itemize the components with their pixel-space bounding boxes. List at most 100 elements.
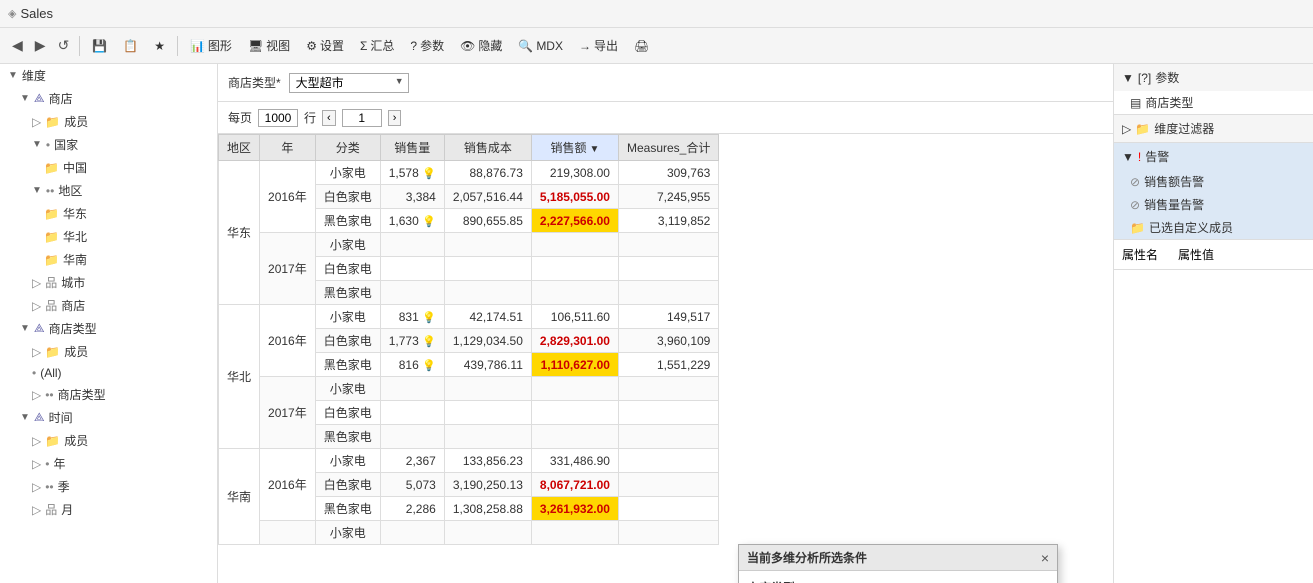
sort-icon: ▼ [589,144,599,155]
st2-dots: •• [45,388,53,402]
rs-item-storetype[interactable]: ▤ 商店类型 [1114,91,1313,114]
filter-label: 商店类型* [228,74,281,91]
per-page-input[interactable] [258,109,298,127]
sidebar-item-south[interactable]: 📁 华南 [0,248,217,271]
sidebar-item-china[interactable]: 📁 中国 [0,156,217,179]
export-button[interactable]: → 导出 [573,35,624,56]
sidebar-item-year[interactable]: ▷ • 年 [0,452,217,475]
store-dim-icon: ⟁ [34,91,45,106]
country-label: 国家 [54,136,78,153]
col-year[interactable]: 年 [260,135,316,161]
cell-total-7: 149,517 [618,305,718,329]
forward-button[interactable]: ▶ [31,35,50,56]
cell-amount-11 [531,401,618,425]
rs-item-qty-alert[interactable]: ⊘ 销售量告警 [1114,193,1313,216]
col-sales-cost[interactable]: 销售成本 [444,135,531,161]
cell-cat-16: 小家电 [315,521,380,545]
current-page-input[interactable] [342,109,382,127]
sidebar-item-all[interactable]: • (All) [0,363,217,383]
print-button[interactable]: 🖨 [628,37,655,55]
col-measures-total[interactable]: Measures_合计 [618,135,718,161]
copy-button[interactable]: 📋 [117,37,144,55]
sidebar-item-store[interactable]: ▼ ⟁ 商店 [0,87,217,110]
cell-cost-9: 439,786.11 [444,353,531,377]
col-sales-amount[interactable]: 销售额▼ [531,135,618,161]
rs-section-filter: ▷ 📁 维度过滤器 [1114,115,1313,143]
cell-total-4 [618,233,718,257]
sidebar-item-store-member[interactable]: ▷ 📁 成员 [0,110,217,133]
modal-content: 商店类型 商店 时间 产品 Measures 仅供 [739,571,1057,583]
star-button[interactable]: ★ [148,37,171,55]
rs-header-alert[interactable]: ▼ ! 告警 [1114,143,1313,170]
chart-label: 图形 [208,37,232,54]
refresh-button[interactable]: ↺ [54,35,74,56]
cell-amount-1: 219,308.00 [531,161,618,185]
north-icon: 📁 [44,230,59,244]
rs-header-filter[interactable]: ▷ 📁 维度过滤器 [1114,115,1313,142]
chart-icon: 📊 [190,39,205,53]
mdx-button[interactable]: 🔍 MDX [512,37,569,55]
sidebar-item-city[interactable]: ▷ 品 城市 [0,271,217,294]
param-button[interactable]: ? 参数 [404,35,450,56]
filter-label: 维度过滤器 [1154,120,1214,137]
cell-amount-12 [531,425,618,449]
st-param-label: 商店类型 [1145,94,1193,111]
cell-cat-2: 白色家电 [315,185,380,209]
sidebar-item-store2[interactable]: ▷ 品 商店 [0,294,217,317]
table-row: 华东 2016年 小家电 1,578 💡 88,876.73 219,308.0… [219,161,719,185]
star-icon: ★ [154,39,165,53]
summary-button[interactable]: Σ 汇总 [354,35,400,56]
rs-header-params[interactable]: ▼ [?] 参数 [1114,64,1313,91]
table-row: 2017年 小家电 [219,233,719,257]
back-button[interactable]: ◀ [8,35,27,56]
modal-close-button[interactable]: × [1041,550,1049,566]
store2-expand: ▷ [32,299,41,313]
sidebar-header-dim[interactable]: ▼ 维度 [0,64,217,87]
cell-cat-15: 黑色家电 [315,497,380,521]
sidebar-item-quarter[interactable]: ▷ •• 季 [0,475,217,498]
view-button[interactable]: 🖥 视图 [242,35,296,56]
sidebar-item-country[interactable]: ▼ • 国家 [0,133,217,156]
sidebar-item-time[interactable]: ▼ ⟁ 时间 [0,406,217,429]
cell-qty-4 [380,233,444,257]
t-expand: ▷ [32,434,41,448]
cell-total-8: 3,960,109 [618,329,718,353]
cell-total-5 [618,257,718,281]
sidebar-item-region[interactable]: ▼ •• 地区 [0,179,217,202]
sidebar-item-east[interactable]: 📁 华东 [0,202,217,225]
expand-icon: ▼ [8,70,18,81]
save-button[interactable]: 💾 [86,37,113,55]
sidebar-item-storetype-member[interactable]: ▷ 📁 成员 [0,340,217,363]
chart-button[interactable]: 📊 图形 [184,35,238,56]
col-sales-qty[interactable]: 销售量 [380,135,444,161]
sidebar-item-storetype2[interactable]: ▷ •• 商店类型 [0,383,217,406]
sidebar-item-time-member[interactable]: ▷ 📁 成员 [0,429,217,452]
col-category[interactable]: 分类 [315,135,380,161]
rs-item-sales-alert[interactable]: ⊘ 销售额告警 [1114,170,1313,193]
filter-bar: 商店类型* 大型超市 中型超市 小型超市 [218,64,1113,102]
cell-year-2016-south: 2016年 [260,449,316,521]
circle-ban-2: ⊘ [1130,198,1140,212]
sidebar-item-storetype[interactable]: ▼ ⟁ 商店类型 [0,317,217,340]
table-body: 华东 2016年 小家电 1,578 💡 88,876.73 219,308.0… [219,161,719,545]
settings-button[interactable]: ⚙ 设置 [300,35,350,56]
next-page-button[interactable]: › [388,110,402,126]
export-label: 导出 [594,37,618,54]
prev-page-button[interactable]: ‹ [322,110,336,126]
city-expand: ▷ [32,276,41,290]
sidebar-item-month[interactable]: ▷ 品 月 [0,498,217,521]
filter-select[interactable]: 大型超市 中型超市 小型超市 [289,73,409,93]
view-label: 视图 [266,37,290,54]
col-region[interactable]: 地区 [219,135,260,161]
t-member-label: 成员 [64,432,88,449]
st-param-icon: ▤ [1130,96,1141,110]
q-expand: ▷ [32,480,41,494]
cell-amount-6 [531,281,618,305]
rs-item-custom-member[interactable]: 📁 已选自定义成员 [1114,216,1313,239]
hide-button[interactable]: 👁 隐藏 [454,35,508,56]
row-label: 行 [304,109,316,126]
sidebar-item-north[interactable]: 📁 华北 [0,225,217,248]
expand-params-icon: ▼ [1122,71,1134,85]
cell-cost-5 [444,257,531,281]
expand-filter-icon: ▷ [1122,122,1131,136]
